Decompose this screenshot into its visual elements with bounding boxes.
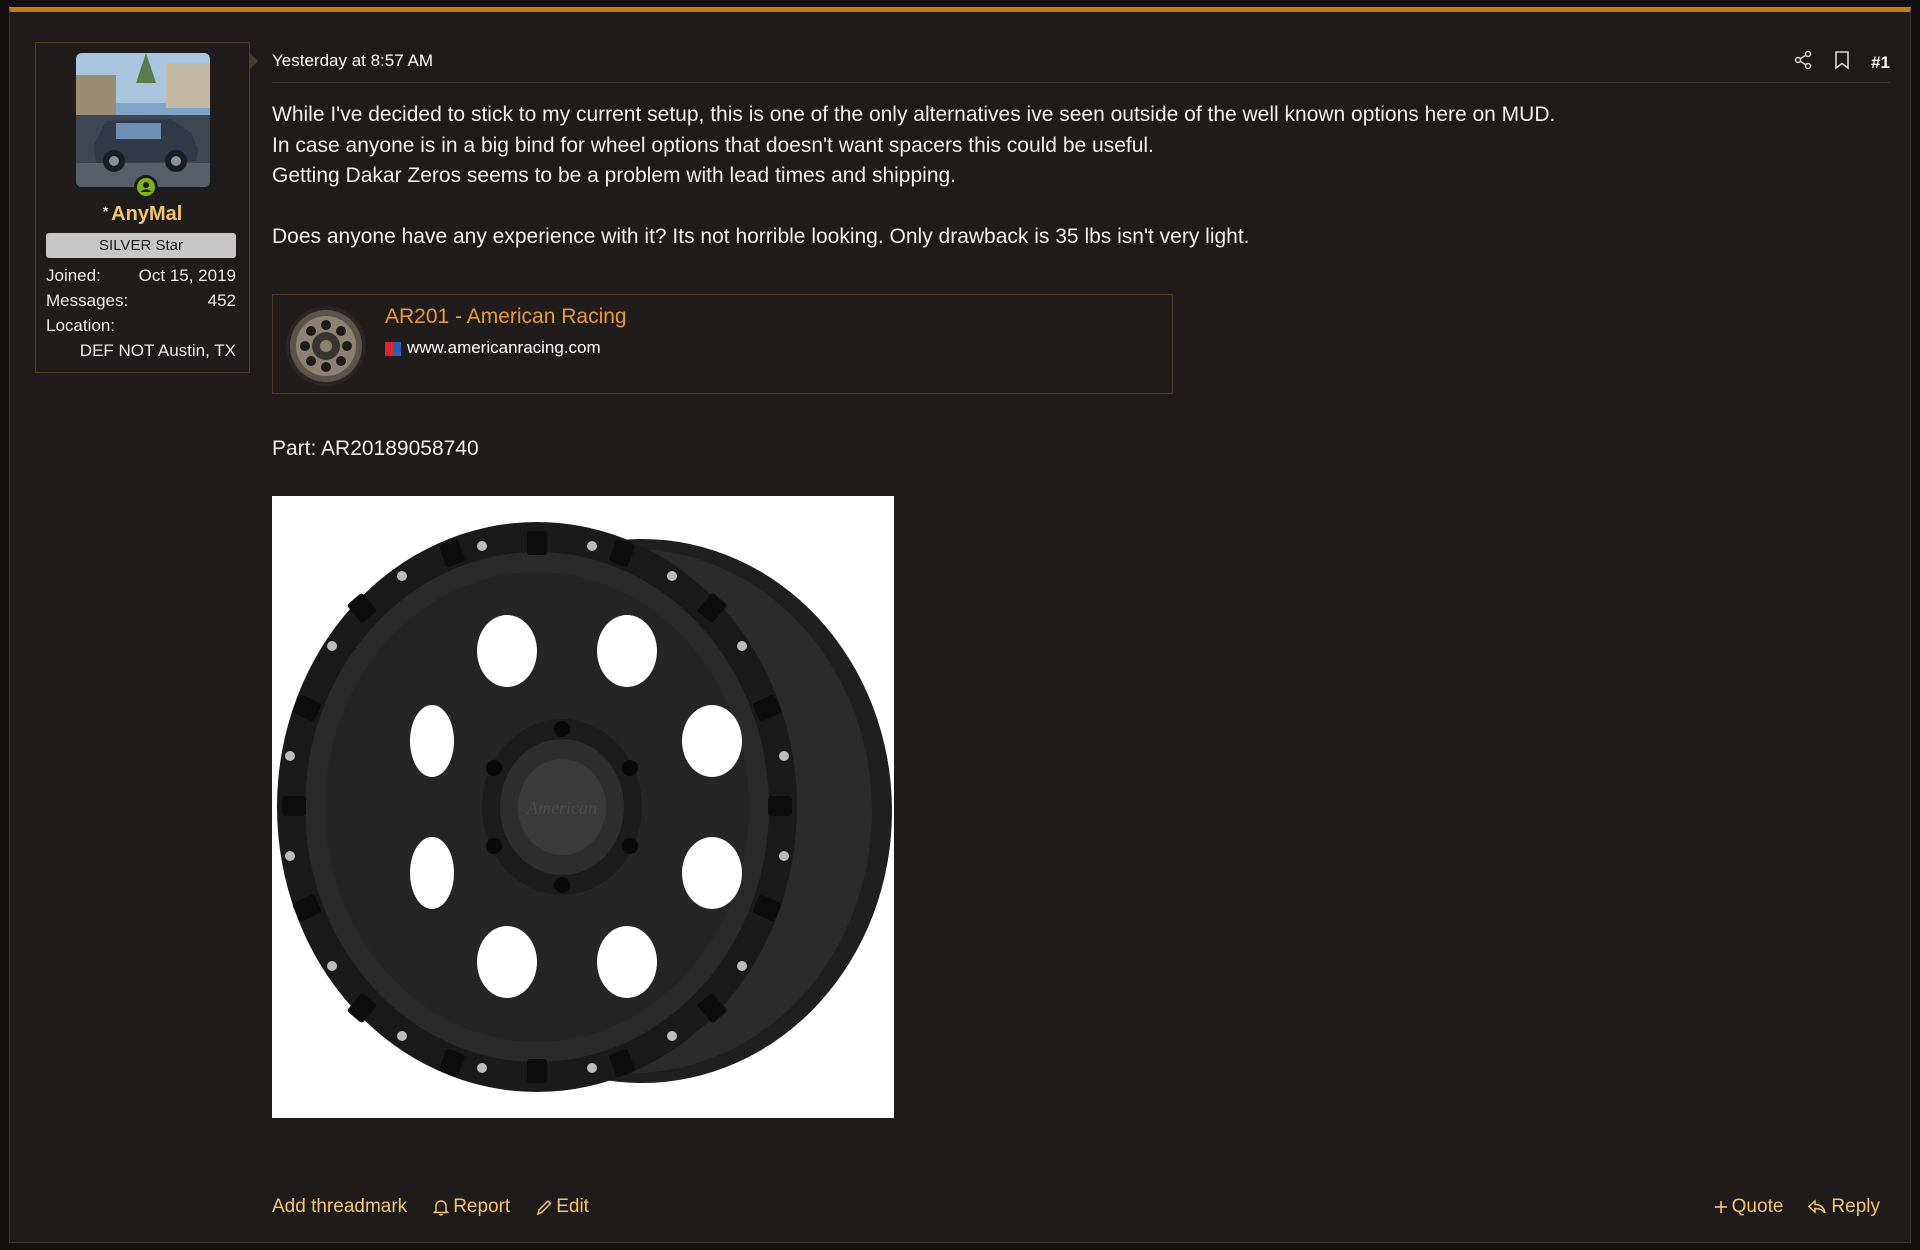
header-actions: #1 [1793, 50, 1890, 75]
svg-text:American: American [526, 798, 597, 818]
post-number[interactable]: #1 [1871, 53, 1890, 73]
report-label: Report [453, 1196, 511, 1217]
user-rank-badge: SILVER Star [46, 233, 236, 258]
stat-joined-value: Oct 15, 2019 [138, 266, 236, 285]
favicon-icon [385, 341, 401, 356]
user-card: * AnyMal SILVER Star Joined: Oct 15, 2019… [35, 42, 258, 373]
body-paragraph: Getting Dakar Zeros seems to be a proble… [272, 164, 957, 187]
stat-location-value-row: DEF NOT Austin, TX [46, 338, 236, 363]
stat-messages-label: Messages: [46, 291, 129, 310]
footer-left-actions: Add threadmark Report Edit [272, 1196, 589, 1218]
link-preview-title[interactable]: AR201 - American Racing [385, 305, 627, 329]
username-star: * [102, 203, 109, 219]
message-header: Yesterday at 8:57 AM #1 [272, 42, 1890, 83]
share-icon[interactable] [1793, 50, 1813, 75]
stat-location-value[interactable]: DEF NOT Austin, TX [80, 338, 236, 363]
bookmark-icon[interactable] [1833, 50, 1851, 75]
username[interactable]: * AnyMal [36, 203, 249, 226]
edit-link[interactable]: Edit [536, 1196, 589, 1218]
link-preview-domain: www.americanracing.com [385, 338, 601, 358]
stat-messages: Messages: 452 [46, 288, 236, 313]
user-online-icon [134, 175, 158, 199]
body-paragraph: While I've decided to stick to my curren… [272, 103, 1556, 126]
quote-label: Quote [1731, 1196, 1784, 1217]
add-threadmark-link[interactable]: Add threadmark [272, 1196, 407, 1218]
body-paragraph: In case anyone is in a big bind for whee… [272, 133, 1154, 157]
avatar[interactable] [76, 53, 210, 187]
report-link[interactable]: Report [433, 1196, 510, 1218]
stat-joined: Joined: Oct 15, 2019 [46, 263, 236, 288]
stat-location-label: Location: [46, 316, 115, 335]
post-container: * AnyMal SILVER Star Joined: Oct 15, 2019… [9, 7, 1911, 1243]
link-preview-domain-text: www.americanracing.com [407, 338, 601, 357]
post-timestamp[interactable]: Yesterday at 8:57 AM [272, 51, 433, 71]
edit-label: Edit [556, 1196, 589, 1217]
reply-arrow-icon [1807, 1199, 1827, 1215]
link-preview-card[interactable]: AR201 - American Racing www.americanraci… [272, 294, 1173, 394]
part-number: Part: AR20189058740 [272, 437, 479, 460]
stat-joined-label: Joined: [46, 266, 101, 285]
user-stats: Joined: Oct 15, 2019 Messages: 452 Locat… [46, 263, 236, 363]
quote-button[interactable]: Quote [1714, 1196, 1784, 1218]
reply-label: Reply [1831, 1196, 1880, 1217]
message-body: While I've decided to stick to my curren… [272, 100, 1872, 253]
pencil-icon [536, 1198, 552, 1216]
plus-icon [1714, 1200, 1728, 1214]
stat-location: Location: [46, 313, 236, 338]
reply-button[interactable]: Reply [1807, 1196, 1880, 1218]
wheel-thumbnail-icon [285, 305, 367, 387]
bell-icon [433, 1198, 450, 1216]
body-paragraph: Does anyone have any experience with it?… [272, 225, 1250, 248]
footer-right-actions: Quote Reply [1714, 1196, 1880, 1218]
wheel-image[interactable]: American [272, 496, 894, 1118]
stat-messages-value[interactable]: 452 [208, 288, 236, 313]
username-text[interactable]: AnyMal [111, 203, 182, 225]
